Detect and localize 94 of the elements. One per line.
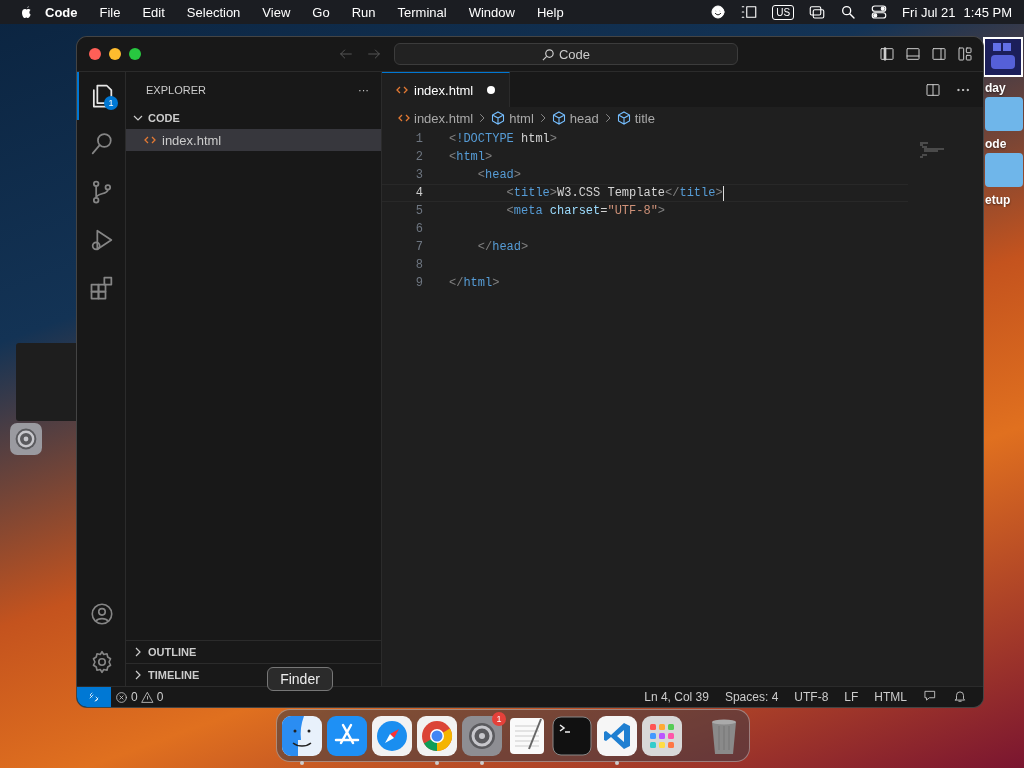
window-thumbnail[interactable] [16, 343, 76, 421]
menu-item[interactable]: View [251, 4, 302, 20]
finder-icon[interactable] [282, 715, 322, 756]
desktop-icon-label[interactable]: day [985, 81, 1006, 95]
section-header[interactable]: TIMELINE [148, 669, 200, 681]
panel-toggle-icon[interactable] [905, 46, 921, 62]
search-icon[interactable] [840, 4, 857, 20]
robot-icon[interactable] [983, 37, 1023, 77]
more-actions-button[interactable]: ··· [358, 83, 369, 96]
layout-icon[interactable] [957, 46, 973, 62]
account-icon[interactable] [89, 601, 115, 627]
chrome-icon[interactable] [417, 715, 457, 756]
code-line: <!DOCTYPE html> [449, 132, 558, 146]
menu-item[interactable]: File [88, 4, 132, 20]
feedback-icon[interactable] [923, 688, 937, 703]
desktop-icon-label[interactable]: etup [985, 193, 1011, 207]
zoom-button[interactable] [129, 48, 141, 60]
code-file-icon [398, 112, 410, 124]
count-badge: 1 [104, 96, 118, 110]
tooltip: Finder [267, 667, 333, 691]
smiley-icon[interactable] [710, 4, 727, 20]
cube-icon [491, 111, 506, 125]
folder-icon[interactable] [983, 151, 1023, 189]
bell-icon[interactable] [953, 688, 967, 703]
app-store-icon[interactable] [327, 715, 367, 756]
notepad-icon[interactable] [507, 715, 547, 756]
secondary-sidebar-icon[interactable] [931, 46, 947, 62]
code-line: <meta charset="UTF-8"> [505, 204, 666, 218]
notification-badge: 1 [492, 711, 506, 726]
time[interactable]: 1:45 PM [963, 4, 1012, 20]
menu-item[interactable]: Edit [131, 4, 176, 20]
app-menu[interactable]: Code [34, 4, 89, 20]
input-source[interactable]: US [772, 4, 795, 20]
menu-item[interactable]: Go [301, 4, 341, 20]
app-grid-icon[interactable] [642, 715, 682, 756]
line-number: 5 [414, 204, 423, 218]
warning-icon [140, 690, 154, 704]
editor-tab[interactable]: index.html [382, 72, 511, 107]
menu-item[interactable]: Terminal [386, 4, 458, 20]
menu-item[interactable]: Help [525, 4, 575, 20]
breadcrumb[interactable]: head [569, 110, 599, 126]
line-number: 9 [414, 276, 423, 290]
line-number: 2 [414, 150, 423, 164]
menu-item[interactable]: Window [457, 4, 526, 20]
text-cursor [722, 185, 725, 201]
windows-icon[interactable] [808, 3, 827, 21]
compass-icon[interactable] [372, 715, 412, 756]
code-line: <html> [449, 150, 493, 164]
date[interactable]: Fri Jul 21 [902, 4, 956, 20]
problems-button[interactable]: 0 0 [111, 690, 168, 704]
terminal-icon[interactable] [552, 715, 592, 756]
breadcrumb[interactable]: html [509, 110, 534, 126]
line-number: 8 [414, 258, 423, 272]
toggles-icon[interactable] [870, 3, 889, 21]
code-line: <title>W3.CSS Template</title> [505, 186, 723, 200]
code-file-icon [396, 84, 408, 96]
split-editor-icon[interactable] [925, 81, 941, 98]
close-button[interactable] [89, 48, 101, 60]
gear-icon[interactable] [462, 715, 502, 756]
file-tree-item[interactable]: index.html [126, 129, 381, 151]
status-item[interactable]: LF [836, 690, 867, 704]
menu-item[interactable]: Selection [175, 4, 252, 20]
folder-name[interactable]: CODE [148, 112, 180, 124]
remote-icon [88, 691, 100, 703]
sidebar-title: EXPLORER [146, 83, 206, 96]
sidebar-panel-icon[interactable] [740, 3, 759, 21]
code-line: </head> [476, 240, 529, 254]
code-file-icon [144, 134, 156, 146]
code-line: <head> [476, 168, 521, 182]
section-header[interactable]: OUTLINE [148, 646, 197, 658]
status-item[interactable]: HTML [866, 690, 915, 704]
code-editor-icon[interactable] [597, 715, 637, 756]
line-number: 3 [414, 168, 423, 182]
line-number: 1 [414, 132, 423, 146]
line-number: 6 [414, 222, 423, 236]
menu-item[interactable]: Run [340, 4, 387, 20]
gear-icon[interactable] [10, 423, 42, 455]
desktop-icon-label[interactable]: ode [985, 137, 1007, 151]
error-icon [115, 690, 128, 704]
line-number: 7 [414, 240, 423, 254]
breadcrumb[interactable]: index.html [414, 110, 474, 126]
cube-icon [551, 111, 566, 125]
command-center[interactable]: Code [394, 43, 738, 65]
status-item[interactable]: UTF-8 [786, 690, 837, 704]
folder-icon[interactable] [983, 95, 1023, 133]
breadcrumb[interactable]: title [634, 110, 655, 126]
minimize-button[interactable] [109, 48, 121, 60]
search-icon [541, 47, 555, 61]
code-line: </html> [449, 276, 500, 290]
sidebar-toggle-icon[interactable] [879, 46, 895, 62]
cube-icon [616, 111, 631, 125]
line-number: 4 [414, 186, 423, 200]
status-item[interactable]: Spaces: 4 [716, 690, 787, 704]
status-item[interactable]: Ln 4, Col 39 [636, 690, 717, 704]
